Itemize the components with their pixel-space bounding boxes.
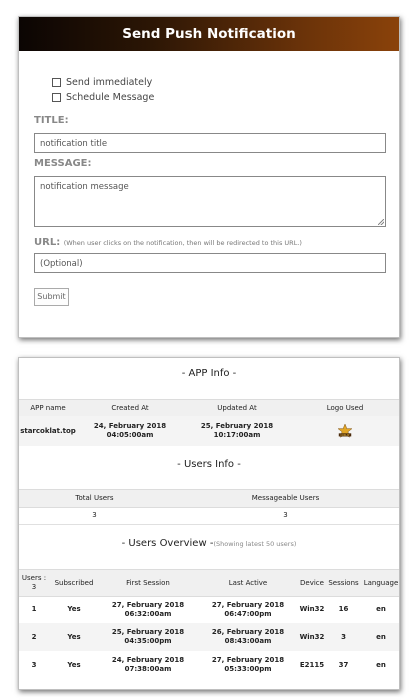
send-immediately-checkbox[interactable] — [52, 78, 61, 87]
first-date: 24, February 2018 — [111, 656, 185, 665]
header-created-at: Created At — [111, 404, 149, 413]
resize-grip-icon[interactable] — [378, 219, 384, 225]
app-info-row: starcoklat.top 24, February 2018 04:05:0… — [19, 416, 399, 446]
row-language: en — [376, 632, 386, 641]
row-number: 2 — [31, 632, 37, 641]
updated-at: 25, February 2018 10:17:00am — [183, 416, 291, 446]
updated-time: 10:17:00am — [213, 431, 261, 439]
app-name: starcoklat.top — [20, 426, 76, 435]
header-users-number: 3 — [31, 583, 37, 591]
push-notification-panel: Send Push Notification Send immediately … — [18, 16, 400, 338]
message-textarea[interactable]: notification message — [34, 176, 386, 227]
last-date: 27, February 2018 — [211, 600, 285, 609]
row-last-active: 27, February 2018 05:33:00pm — [197, 651, 299, 679]
first-date: 25, February 2018 — [111, 628, 185, 637]
row-first-session: 27, February 2018 06:32:00am — [99, 596, 197, 623]
url-label-row: URL: (When user clicks on the notificati… — [34, 237, 302, 248]
last-time: 08:43:00am — [224, 637, 272, 645]
url-input[interactable]: (Optional) — [34, 253, 386, 273]
row-language: en — [376, 605, 386, 614]
url-hint: (When user clicks on the notification, t… — [63, 239, 302, 247]
users-overview-title-row: - Users Overview -(Showing latest 50 use… — [19, 538, 399, 549]
panel-title: Send Push Notification — [19, 17, 399, 51]
users-overview-note: (Showing latest 50 users) — [213, 540, 297, 548]
users-overview-header-row: Users : 3 Subscribed First Session Last … — [19, 569, 399, 597]
table-row: 3 Yes 24, February 2018 07:38:00am 27, F… — [19, 651, 399, 679]
created-time: 04:05:00am — [106, 431, 154, 439]
logo-text: COKLAT — [340, 434, 350, 437]
schedule-message-checkbox[interactable] — [52, 93, 61, 102]
users-info-title: - Users Info - — [177, 459, 241, 470]
last-time: 05:33:00pm — [224, 665, 272, 673]
send-immediately-label: Send immediately — [66, 77, 153, 88]
row-subscribed: Yes — [67, 632, 81, 641]
users-info-row: 3 3 — [19, 507, 399, 525]
table-row: 1 Yes 27, February 2018 06:32:00am 27, F… — [19, 596, 399, 623]
title-input[interactable]: notification title — [34, 133, 386, 153]
row-device: Win32 — [299, 605, 325, 614]
header-app-name: APP name — [30, 404, 66, 413]
first-date: 27, February 2018 — [111, 600, 185, 609]
messageable-users-value: 3 — [283, 511, 288, 520]
header-messageable-users: Messageable Users — [251, 494, 320, 503]
last-date: 26, February 2018 — [211, 628, 285, 637]
schedule-message-label: Schedule Message — [66, 92, 155, 103]
total-users-value: 3 — [92, 511, 97, 520]
title-label: TITLE: — [34, 115, 69, 126]
header-first-session: First Session — [126, 578, 170, 587]
users-overview-title: - Users Overview - — [121, 538, 214, 549]
header-last-active: Last Active — [228, 578, 268, 587]
app-logo-icon: COKLAT — [337, 424, 353, 438]
row-first-session: 25, February 2018 04:35:00pm — [99, 623, 197, 651]
row-number: 3 — [31, 660, 37, 669]
first-time: 04:35:00pm — [124, 637, 172, 645]
users-info-header-row: Total Users Messageable Users — [19, 489, 399, 508]
last-time: 06:47:00pm — [224, 609, 272, 618]
submit-button[interactable]: Submit — [34, 288, 69, 306]
header-language: Language — [363, 578, 399, 587]
app-info-title: - APP Info - — [181, 368, 237, 379]
created-at: 24, February 2018 04:05:00am — [77, 416, 183, 446]
row-subscribed: Yes — [67, 605, 81, 614]
header-device: Device — [300, 578, 324, 587]
updated-date: 25, February 2018 — [200, 422, 274, 431]
created-date: 24, February 2018 — [93, 422, 167, 431]
row-first-session: 24, February 2018 07:38:00am — [99, 651, 197, 679]
row-subscribed: Yes — [67, 660, 81, 669]
row-language: en — [376, 660, 386, 669]
row-number: 1 — [31, 605, 37, 614]
header-logo-used: Logo Used — [326, 404, 364, 413]
url-label: URL: — [34, 237, 61, 248]
header-users-count: Users : 3 — [19, 570, 49, 596]
row-sessions: 37 — [338, 660, 349, 669]
schedule-message-option[interactable]: Schedule Message — [52, 92, 154, 103]
header-sessions: Sessions — [328, 578, 359, 587]
message-label: MESSAGE: — [34, 158, 92, 169]
row-last-active: 27, February 2018 06:47:00pm — [197, 596, 299, 623]
app-info-panel: - APP Info - APP name Created At Updated… — [18, 357, 400, 690]
header-users-label: Users : — [21, 574, 47, 583]
send-immediately-option[interactable]: Send immediately — [52, 77, 152, 88]
row-device: E2115 — [299, 660, 325, 669]
row-sessions: 3 — [341, 632, 346, 641]
header-total-users: Total Users — [75, 494, 114, 503]
header-updated-at: Updated At — [217, 404, 257, 413]
first-time: 07:38:00am — [124, 665, 172, 673]
row-sessions: 16 — [338, 605, 349, 614]
row-last-active: 26, February 2018 08:43:00am — [197, 623, 299, 651]
logo-cell: COKLAT — [291, 416, 399, 446]
message-placeholder: notification message — [40, 182, 129, 192]
table-row: 2 Yes 25, February 2018 04:35:00pm 26, F… — [19, 623, 399, 651]
last-date: 27, February 2018 — [211, 656, 285, 665]
row-device: Win32 — [299, 632, 325, 641]
header-subscribed: Subscribed — [54, 578, 94, 587]
first-time: 06:32:00am — [124, 609, 172, 618]
